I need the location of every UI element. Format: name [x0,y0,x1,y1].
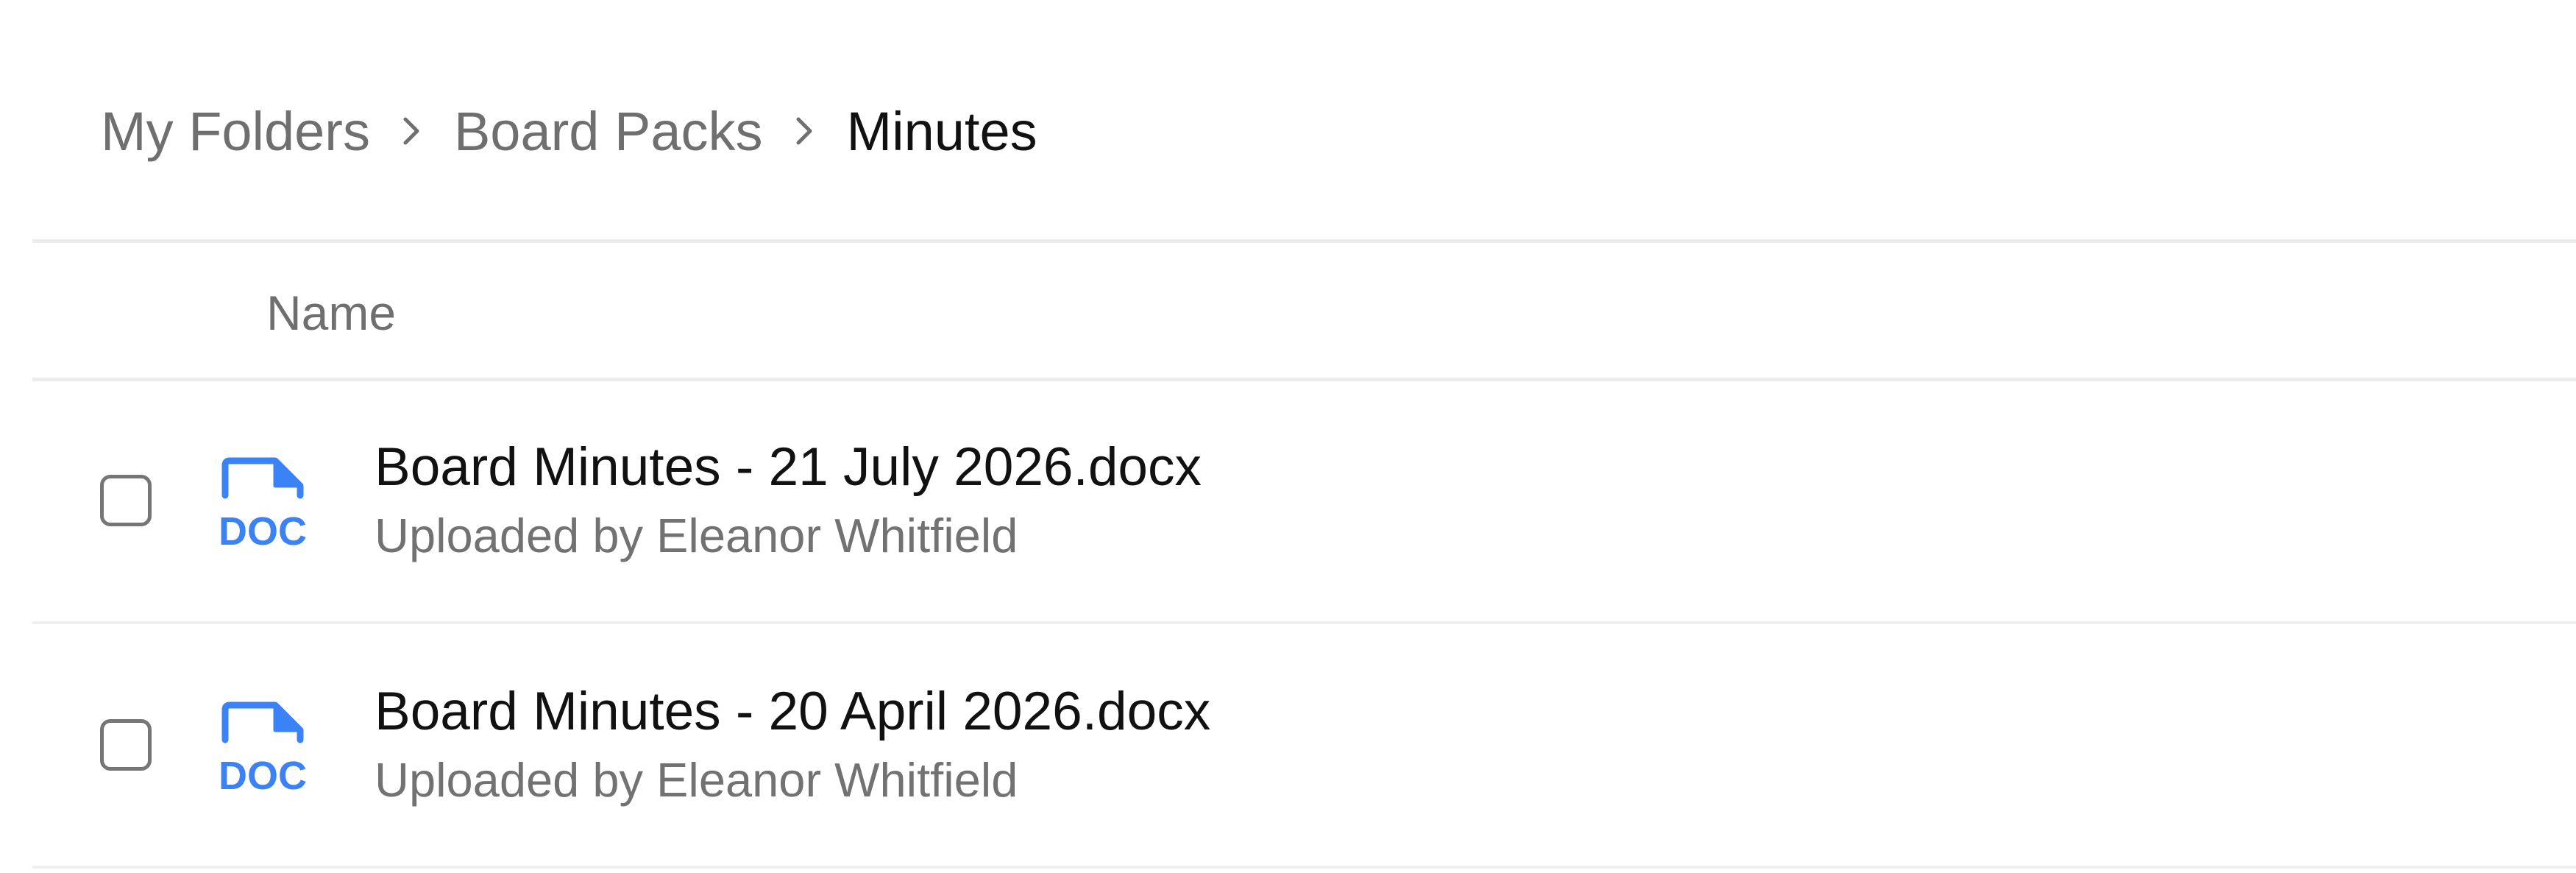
breadcrumb: My Folders Board Packs Minutes [101,88,1037,174]
chevron-right-icon [370,88,454,174]
row-checkbox[interactable] [100,475,152,526]
doc-label: DOC [219,754,307,798]
file-uploader: Uploaded by Eleanor Whitfield [375,509,1018,562]
doc-file-icon: DOC [216,699,319,802]
row-divider [32,621,2576,624]
breadcrumb-current: Minutes [846,100,1037,162]
file-name[interactable]: Board Minutes - 20 April 2026.docx [375,679,1210,745]
header-top-divider [32,239,2576,243]
file-row[interactable]: DOC Board Minutes - 21 July 2026.docx Up… [32,381,2576,624]
doc-file-icon: DOC [216,455,319,558]
breadcrumb-board-packs[interactable]: Board Packs [454,100,763,163]
file-name[interactable]: Board Minutes - 21 July 2026.docx [375,434,1202,501]
row-checkbox[interactable] [100,719,152,771]
row-divider [32,866,2576,869]
column-header-name[interactable]: Name [266,276,396,350]
breadcrumb-my-folders[interactable]: My Folders [101,100,370,163]
file-row[interactable]: DOC Board Minutes - 20 April 2026.docx U… [32,626,2576,869]
chevron-right-icon [763,88,847,174]
doc-label: DOC [219,509,307,554]
file-uploader: Uploaded by Eleanor Whitfield [375,753,1018,807]
